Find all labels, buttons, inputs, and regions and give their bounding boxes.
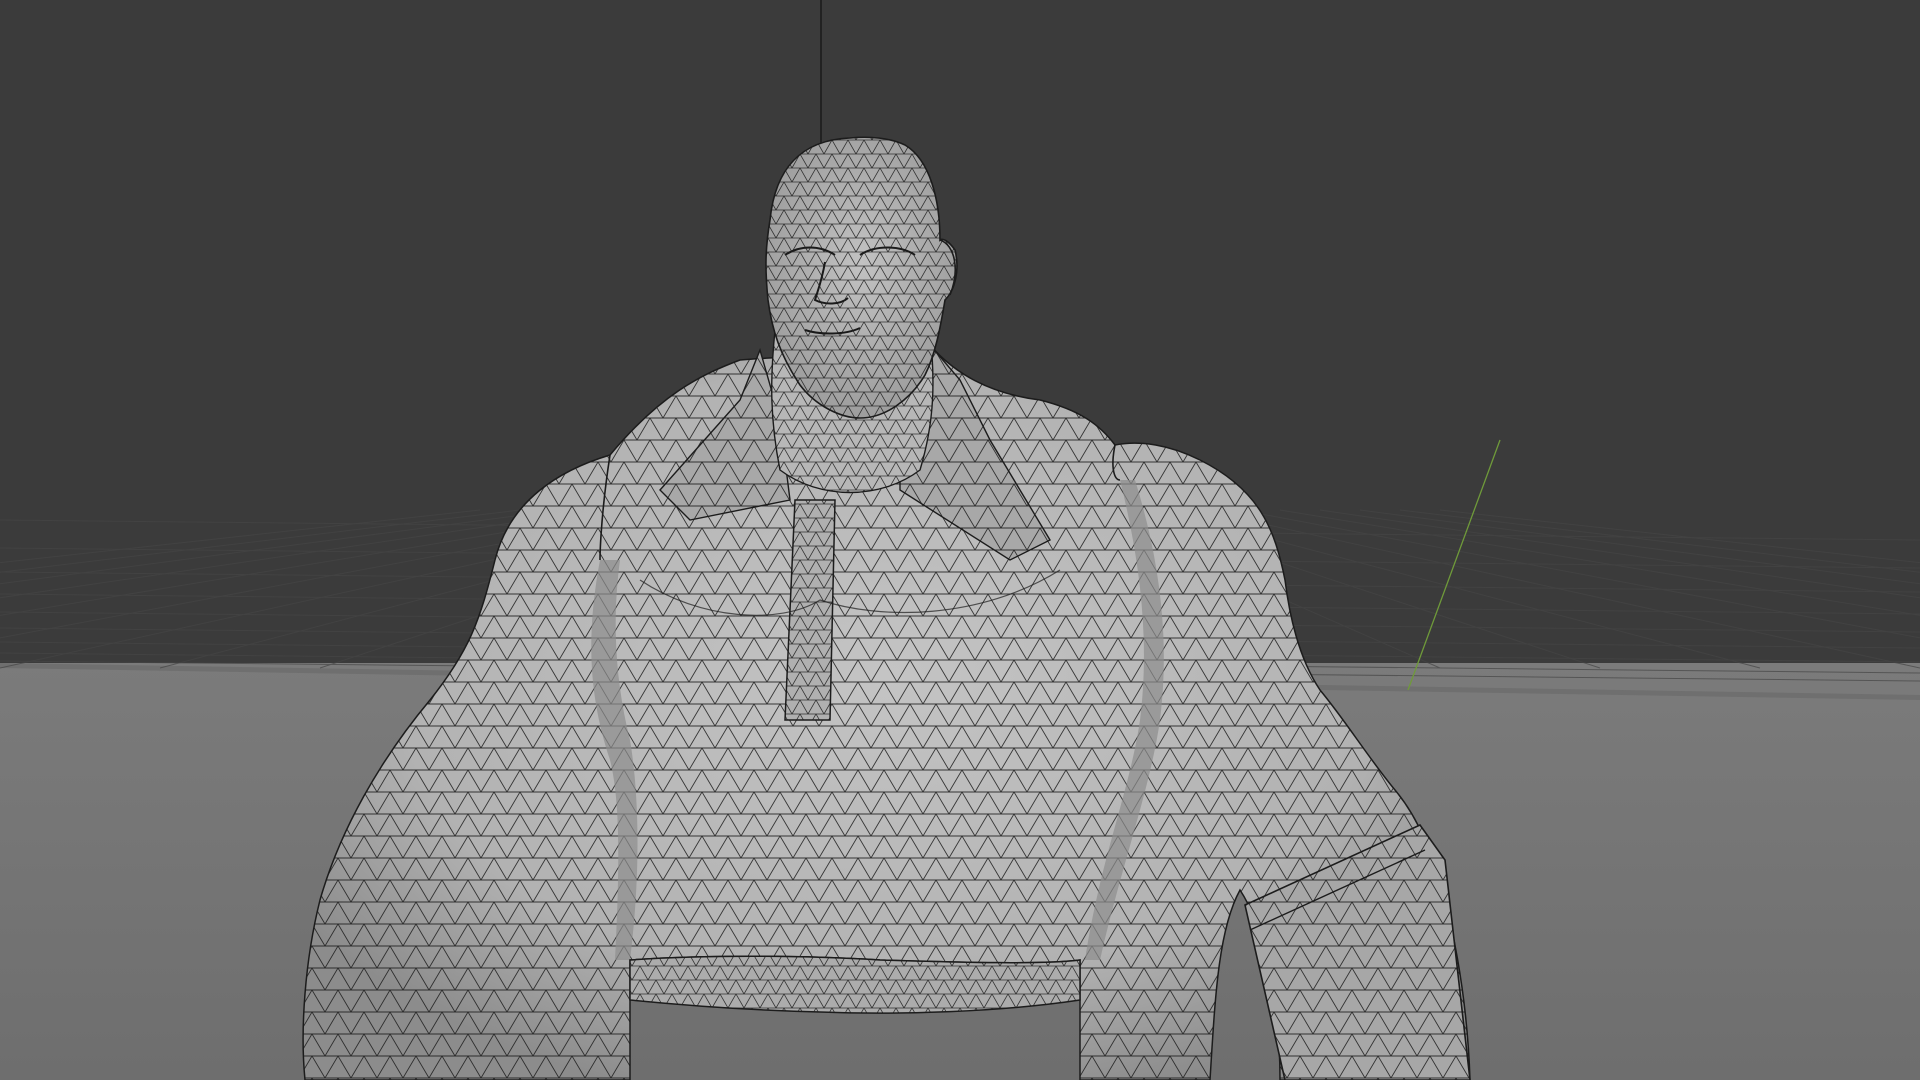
viewport-canvas[interactable] <box>0 0 1920 1080</box>
3d-viewport[interactable] <box>0 0 1920 1080</box>
belt-wire <box>630 956 1080 1014</box>
